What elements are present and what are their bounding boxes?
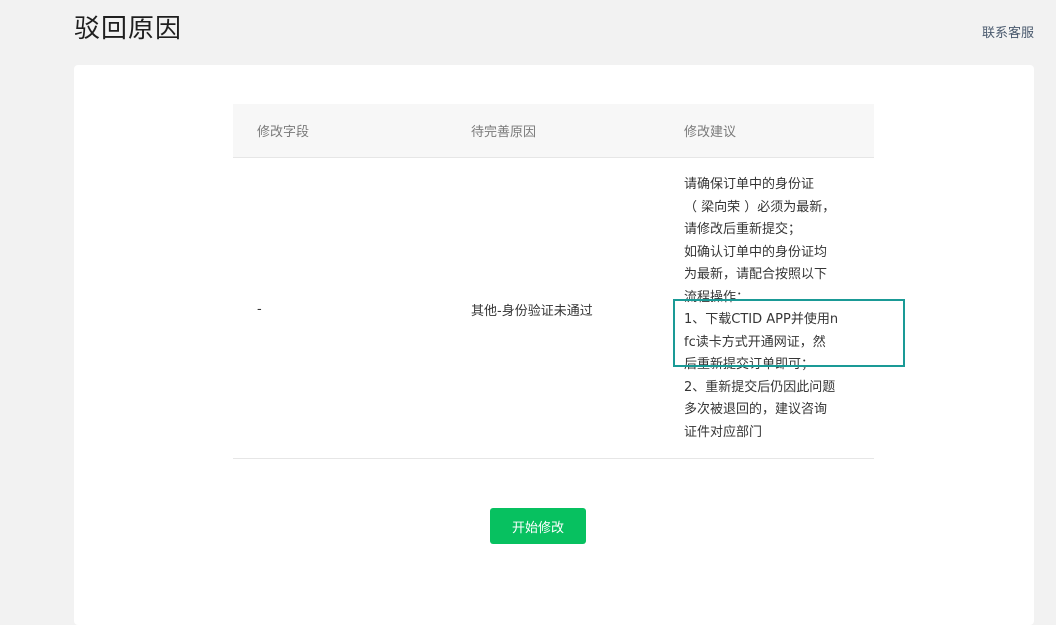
cell-suggestion: 请确保订单中的身份证 （ 梁向荣 ）必须为最新， 请修改后重新提交； 如确认订单… bbox=[660, 174, 905, 444]
content-card: 修改字段 待完善原因 修改建议 - 其他-身份验证未通过 请确保订单中的身份证 … bbox=[74, 65, 1034, 625]
contact-support-link[interactable]: 联系客服 bbox=[982, 22, 1034, 41]
table-row: - 其他-身份验证未通过 请确保订单中的身份证 （ 梁向荣 ）必须为最新， 请修… bbox=[233, 158, 905, 459]
suggestion-line: 后重新提交订单即可； bbox=[684, 357, 815, 372]
start-edit-button[interactable]: 开始修改 bbox=[490, 508, 586, 544]
suggestion-line: 流程操作： bbox=[684, 289, 750, 305]
suggestion-line: 请修改后重新提交； bbox=[684, 222, 802, 237]
column-header-suggestion: 修改建议 bbox=[684, 125, 737, 140]
rejection-table: 修改字段 待完善原因 修改建议 - 其他-身份验证未通过 请确保订单中的身份证 … bbox=[233, 104, 905, 459]
table-header: 修改字段 待完善原因 修改建议 bbox=[233, 104, 874, 158]
suggestion-line: 多次被退回的，建议咨询 bbox=[684, 402, 828, 417]
suggestion-line: 为最新，请配合按照以下 bbox=[684, 267, 828, 282]
column-header-field: 修改字段 bbox=[257, 125, 310, 140]
page-title: 驳回原因 bbox=[74, 14, 183, 44]
suggestion-line: 1、下载CTID APP并使用n bbox=[684, 312, 839, 327]
cell-field: - bbox=[257, 301, 262, 317]
suggestion-line: 请确保订单中的身份证 bbox=[684, 177, 815, 192]
suggestion-line: 2、重新提交后仍因此问题 bbox=[684, 379, 836, 395]
cell-reason: 其他-身份验证未通过 bbox=[471, 303, 593, 319]
suggestion-text: 请确保订单中的身份证 （ 梁向荣 ）必须为最新， 请修改后重新提交； 如确认订单… bbox=[673, 174, 905, 444]
suggestion-line: （ 梁向荣 ）必须为最新， bbox=[684, 199, 836, 215]
suggestion-line: fc读卡方式开通网证，然 bbox=[684, 334, 826, 350]
column-header-reason: 待完善原因 bbox=[471, 125, 537, 140]
suggestion-line: 证件对应部门 bbox=[684, 424, 763, 440]
suggestion-line: 如确认订单中的身份证均 bbox=[684, 244, 828, 260]
